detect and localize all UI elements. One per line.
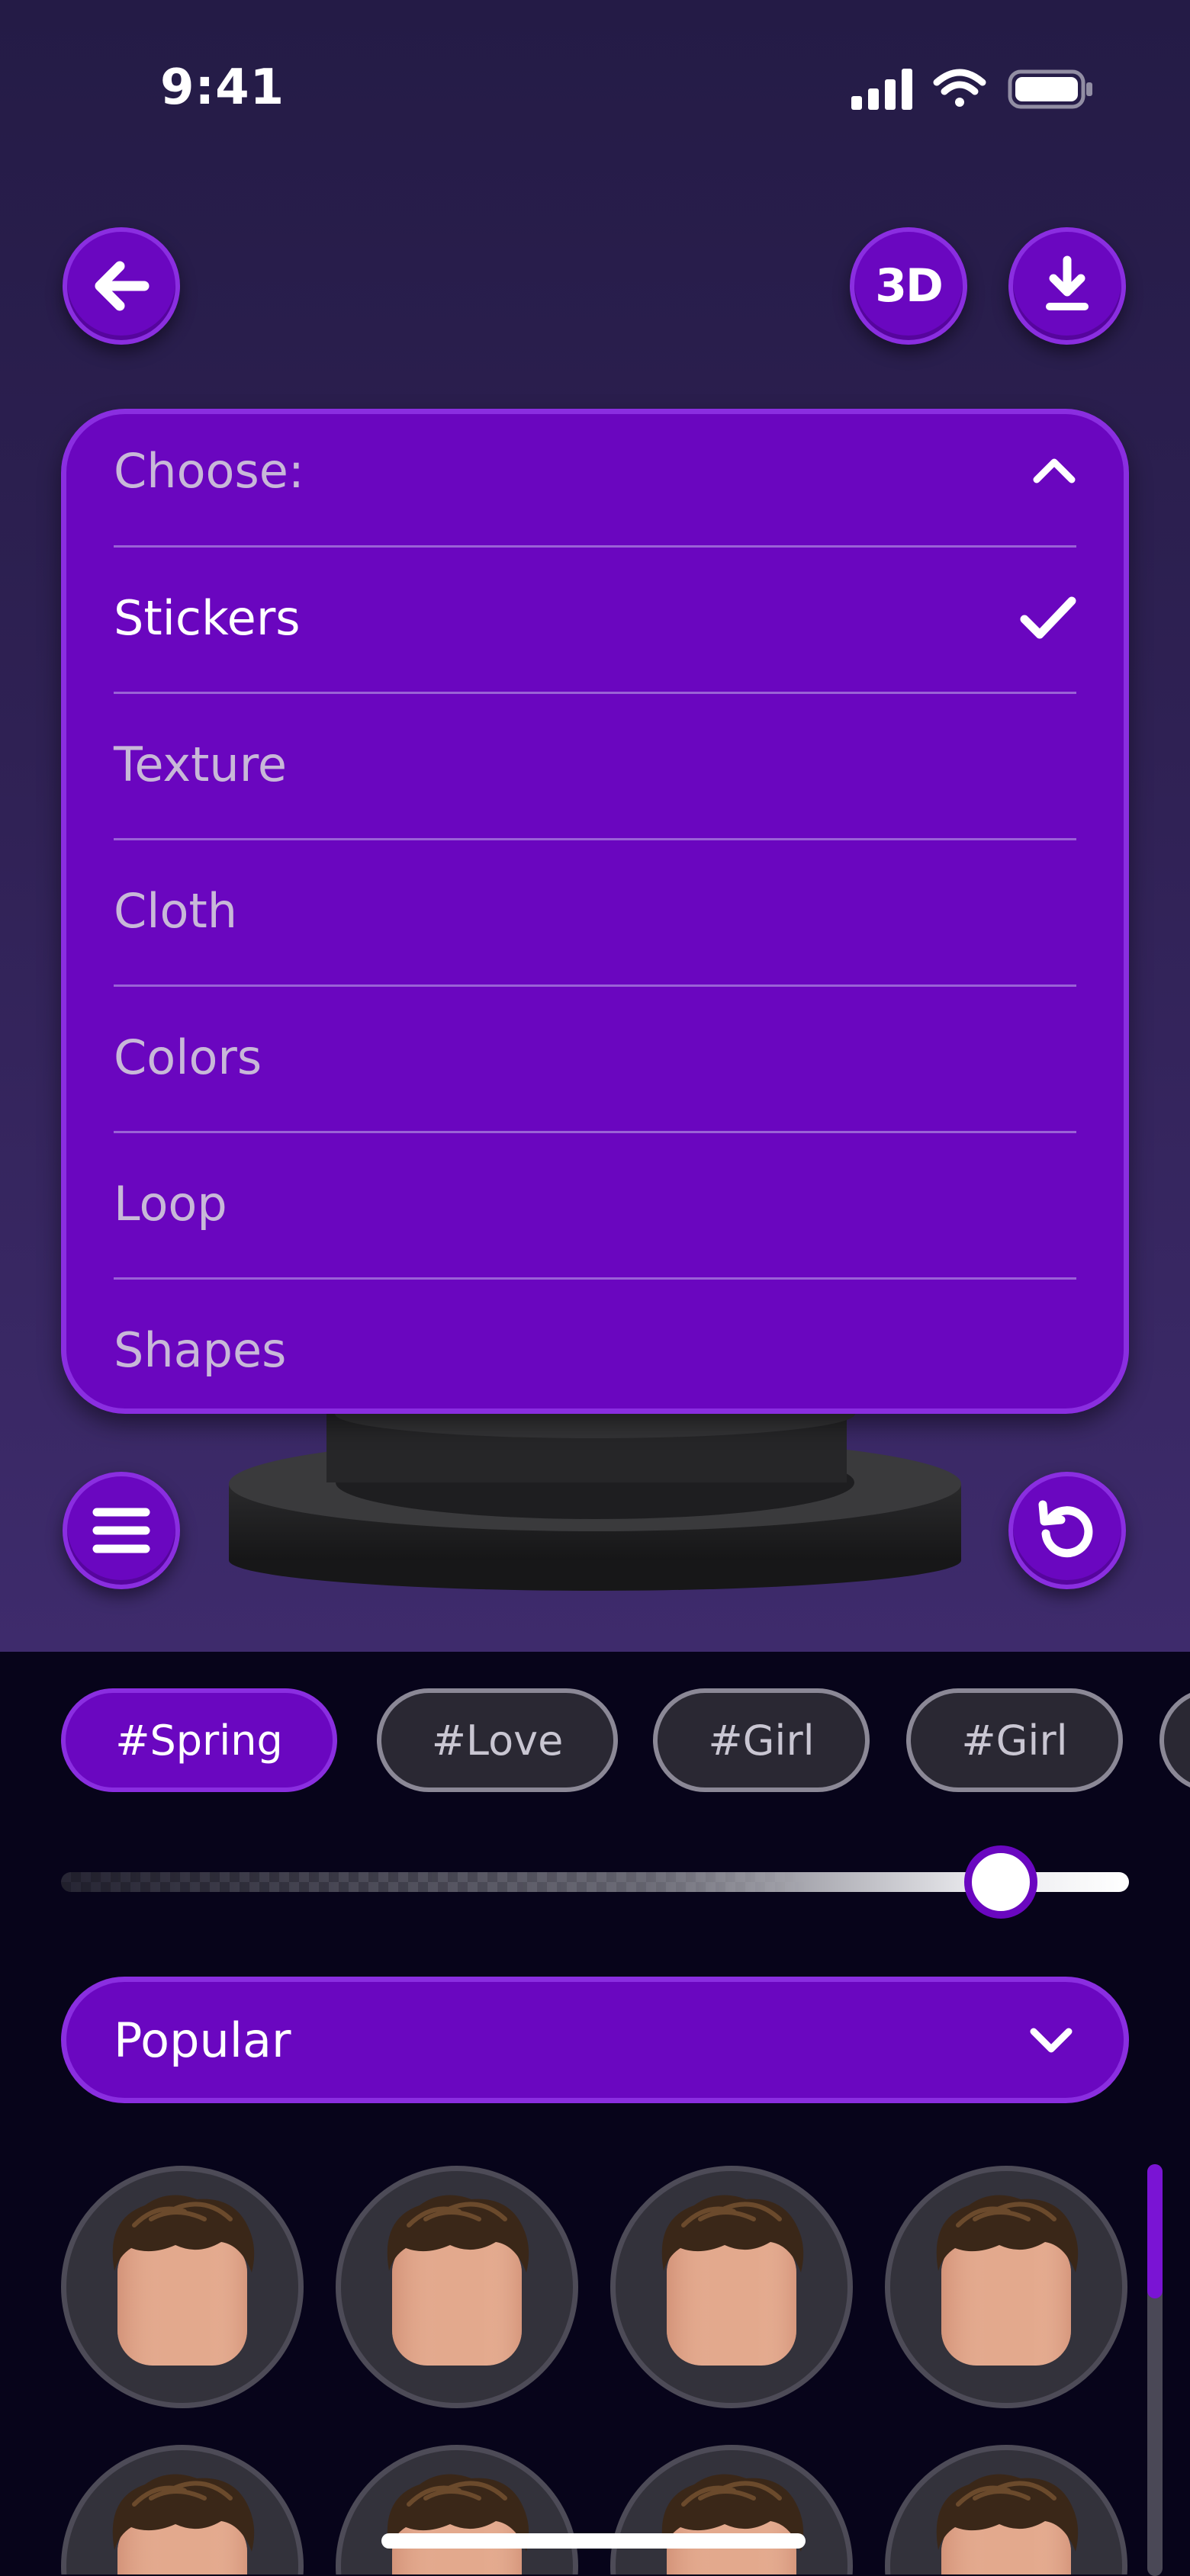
dropdown-header-label: Choose:: [114, 442, 304, 499]
scrollbar-thumb[interactable]: [1147, 2164, 1163, 2298]
avatar-head-icon: [936, 2474, 1079, 2574]
avatar-head-icon: [936, 2195, 1079, 2366]
arrow-left-icon: [95, 261, 150, 311]
tag-chip-girl[interactable]: #Girl: [653, 1688, 870, 1792]
dropdown-item-label: Stickers: [114, 589, 301, 646]
tag-chip-love[interactable]: #Love: [377, 1688, 618, 1792]
battery-icon: [1008, 69, 1092, 109]
avatar-head-icon: [661, 2195, 804, 2366]
hamburger-menu-icon: [92, 1508, 150, 1553]
tag-chips: #Spring #Love #Girl #Girl: [61, 1688, 1190, 1792]
home-indicator: [381, 2533, 806, 2549]
model-pedestal: [229, 1392, 961, 1591]
download-button[interactable]: [1008, 227, 1126, 345]
dropdown-item-label: Cloth: [114, 882, 238, 939]
checkmark-icon: [1020, 596, 1076, 639]
avatar-item[interactable]: [61, 2166, 304, 2408]
download-icon: [1046, 255, 1089, 310]
dropdown-item-texture[interactable]: Texture: [114, 691, 1076, 837]
dropdown-item-label: Shapes: [114, 1322, 287, 1378]
avatar-head-icon: [387, 2195, 529, 2366]
avatar-item[interactable]: [885, 2166, 1127, 2408]
chevron-up-icon: [1033, 458, 1076, 483]
avatar-item[interactable]: [336, 2166, 578, 2408]
dropdown-item-cloth[interactable]: Cloth: [114, 837, 1076, 984]
avatar-item[interactable]: [61, 2445, 304, 2574]
dropdown-header[interactable]: Choose:: [114, 414, 1076, 527]
status-time: 9:41: [160, 59, 285, 116]
avatar-item[interactable]: [336, 2445, 578, 2574]
avatar-head-icon: [112, 2474, 255, 2574]
back-button[interactable]: [63, 227, 180, 345]
dropdown-item-label: Texture: [114, 736, 287, 792]
tag-chip-girl[interactable]: #Girl: [906, 1688, 1123, 1792]
avatar-head-icon: [661, 2474, 804, 2574]
dropdown-item-loop[interactable]: Loop: [114, 1130, 1076, 1277]
tag-chip-label: #Girl: [708, 1716, 815, 1765]
wifi-icon: [933, 69, 986, 107]
tag-chip-partial[interactable]: [1159, 1688, 1190, 1792]
view-3d-label: 3D: [875, 259, 944, 313]
avatar-item[interactable]: [610, 2166, 853, 2408]
items-grid: [61, 2166, 1129, 2574]
tag-chip-label: #Spring: [115, 1716, 283, 1765]
reset-button[interactable]: [1008, 1472, 1126, 1589]
cellular-signal-icon: [851, 69, 912, 110]
avatar-head-icon: [387, 2474, 529, 2574]
view-3d-button[interactable]: 3D: [850, 227, 967, 345]
tag-chip-label: #Girl: [961, 1716, 1068, 1765]
avatar-head-icon: [112, 2195, 255, 2366]
dropdown-item-colors[interactable]: Colors: [114, 984, 1076, 1130]
dropdown-item-stickers[interactable]: Stickers: [114, 544, 1076, 691]
choose-dropdown: Choose: Stickers Texture Cloth Colors Lo…: [61, 409, 1129, 1414]
avatar-item[interactable]: [885, 2445, 1127, 2574]
tag-chip-spring[interactable]: #Spring: [61, 1688, 337, 1792]
opacity-slider-thumb[interactable]: [964, 1845, 1037, 1919]
dropdown-item-label: Colors: [114, 1029, 262, 1085]
chevron-down-icon: [1030, 2028, 1073, 2053]
dropdown-item-shapes[interactable]: Shapes: [114, 1277, 1076, 1408]
rotate-ccw-icon: [1038, 1500, 1093, 1558]
menu-button[interactable]: [63, 1472, 180, 1589]
avatar-item[interactable]: [610, 2445, 853, 2574]
status-icons: [851, 69, 1092, 110]
category-select-value: Popular: [114, 2012, 291, 2068]
category-select[interactable]: Popular: [61, 1977, 1129, 2103]
tag-chip-label: #Love: [431, 1716, 564, 1765]
dropdown-item-label: Loop: [114, 1175, 227, 1232]
